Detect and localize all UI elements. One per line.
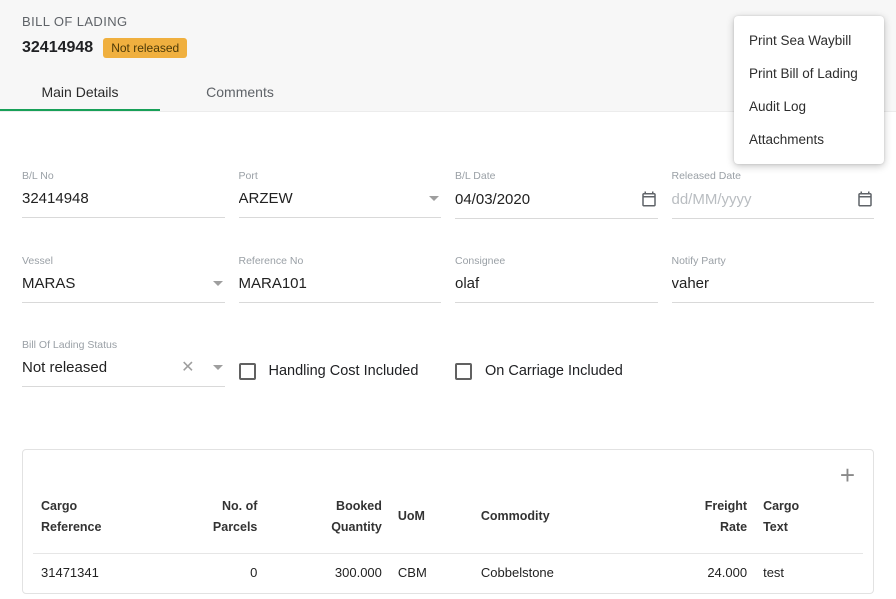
- bl-status-select[interactable]: Not released ✕: [22, 359, 225, 387]
- cell-no-of-parcels: 0: [174, 554, 265, 594]
- column-header: Freight Rate: [639, 492, 755, 554]
- field-bl-status: Bill Of Lading Status Not released ✕: [22, 339, 225, 387]
- field-label: Notify Party: [672, 255, 875, 267]
- menu-item-audit-log[interactable]: Audit Log: [734, 90, 884, 123]
- column-header: Booked Quantity: [265, 492, 390, 554]
- field-bl-date: B/L Date 04/03/2020: [455, 170, 658, 219]
- field-vessel: Vessel MARAS: [22, 255, 225, 303]
- clear-icon[interactable]: ✕: [181, 360, 194, 376]
- column-header: Cargo Reference: [33, 492, 174, 554]
- column-header: UoM: [390, 492, 473, 554]
- cell-commodity: Cobbelstone: [473, 554, 639, 594]
- cargo-table-header-row: Cargo Reference No. of Parcels Booked Qu…: [33, 492, 863, 554]
- tab-main-details[interactable]: Main Details: [0, 74, 160, 111]
- field-released-date: Released Date dd/MM/yyyy: [672, 170, 875, 219]
- status-badge: Not released: [103, 38, 187, 58]
- cargo-card: + Cargo Reference No. of Parcels Booked …: [22, 449, 874, 594]
- checkbox-label: On Carriage Included: [485, 363, 623, 379]
- reference-no-input[interactable]: MARA101: [239, 275, 442, 303]
- field-port: Port ARZEW: [239, 170, 442, 219]
- chevron-down-icon: [429, 196, 439, 201]
- field-bl-no: B/L No 32414948: [22, 170, 225, 219]
- cell-cargo-text: test: [755, 554, 863, 594]
- cell-freight-rate: 24.000: [639, 554, 755, 594]
- field-consignee: Consignee olaf: [455, 255, 658, 303]
- actions-menu: Print Sea Waybill Print Bill of Lading A…: [734, 16, 884, 164]
- cell-booked-quantity: 300.000: [265, 554, 390, 594]
- field-label: Released Date: [672, 170, 875, 182]
- cell-cargo-reference: 31471341: [33, 554, 174, 594]
- field-reference-no: Reference No MARA101: [239, 255, 442, 303]
- field-notify-party: Notify Party vaher: [672, 255, 875, 303]
- tab-label: Comments: [206, 84, 274, 100]
- chevron-down-icon: [213, 365, 223, 370]
- field-label: B/L Date: [455, 170, 658, 182]
- cargo-table: Cargo Reference No. of Parcels Booked Qu…: [33, 492, 863, 593]
- spacer: [672, 339, 875, 387]
- bl-date-input[interactable]: 04/03/2020: [455, 190, 658, 219]
- port-select[interactable]: ARZEW: [239, 190, 442, 218]
- menu-item-print-sea-waybill[interactable]: Print Sea Waybill: [734, 24, 884, 57]
- menu-item-attachments[interactable]: Attachments: [734, 123, 884, 156]
- vessel-select[interactable]: MARAS: [22, 275, 225, 303]
- field-label: Reference No: [239, 255, 442, 267]
- field-label: Port: [239, 170, 442, 182]
- on-carriage-checkbox[interactable]: On Carriage Included: [455, 339, 658, 387]
- table-row[interactable]: 31471341 0 300.000 CBM Cobbelstone 24.00…: [33, 554, 863, 594]
- notify-party-input[interactable]: vaher: [672, 275, 875, 303]
- column-header: Commodity: [473, 492, 639, 554]
- tab-label: Main Details: [41, 84, 118, 100]
- bl-no-input[interactable]: 32414948: [22, 190, 225, 218]
- checkbox-icon: [455, 363, 472, 380]
- menu-item-print-bill-of-lading[interactable]: Print Bill of Lading: [734, 57, 884, 90]
- calendar-icon[interactable]: [640, 190, 658, 208]
- field-label: B/L No: [22, 170, 225, 182]
- field-label: Vessel: [22, 255, 225, 267]
- add-cargo-button[interactable]: +: [840, 464, 855, 486]
- bl-number: 32414948: [22, 39, 93, 57]
- main-details-panel: B/L No 32414948 Port ARZEW B/L Date 04/0…: [0, 170, 896, 594]
- cell-uom: CBM: [390, 554, 473, 594]
- released-date-input[interactable]: dd/MM/yyyy: [672, 190, 875, 219]
- consignee-input[interactable]: olaf: [455, 275, 658, 303]
- chevron-down-icon: [213, 281, 223, 286]
- tab-comments[interactable]: Comments: [160, 74, 320, 111]
- field-label: Bill Of Lading Status: [22, 339, 225, 351]
- calendar-icon[interactable]: [856, 190, 874, 208]
- column-header: Cargo Text: [755, 492, 863, 554]
- field-label: Consignee: [455, 255, 658, 267]
- cargo-card-toolbar: +: [33, 458, 863, 492]
- column-header: No. of Parcels: [174, 492, 265, 554]
- checkbox-icon: [239, 363, 256, 380]
- handling-cost-checkbox[interactable]: Handling Cost Included: [239, 339, 442, 387]
- checkbox-label: Handling Cost Included: [269, 363, 419, 379]
